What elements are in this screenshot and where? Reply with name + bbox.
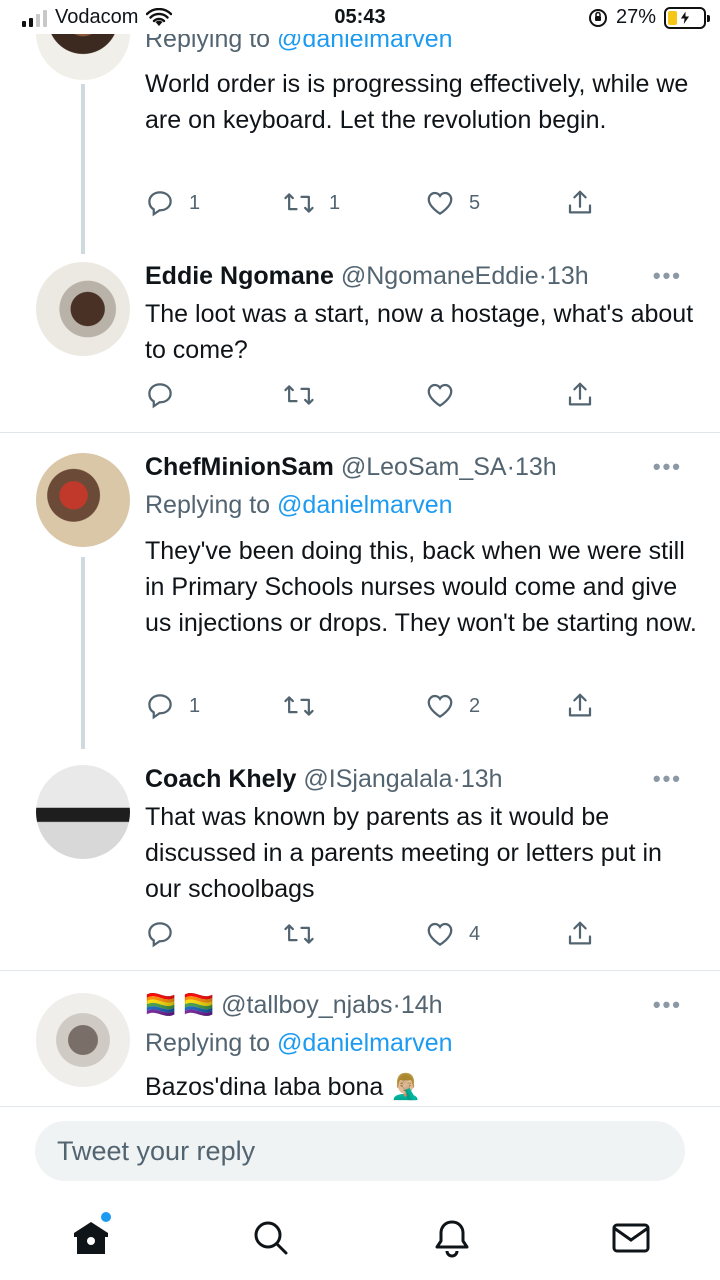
reply-count: 1: [189, 191, 201, 214]
share-button[interactable]: [565, 378, 595, 412]
share-icon: [568, 921, 592, 945]
like-button[interactable]: [425, 378, 469, 412]
reply-button[interactable]: 1: [145, 689, 200, 723]
avatar[interactable]: [36, 262, 130, 356]
reply-button[interactable]: [145, 917, 189, 951]
retweet-icon: [284, 385, 314, 405]
heart-icon: [427, 383, 453, 407]
retweet-button[interactable]: [283, 378, 329, 412]
tweet-header: 🏳️‍🌈 🏳️‍🌈 @tallboy_njabs·14h •••: [145, 989, 682, 1021]
notifications-tab[interactable]: [430, 1216, 474, 1260]
tweet[interactable]: Coach Khely @ISjangalala·13h ••• That wa…: [0, 749, 720, 970]
reply-icon: [148, 383, 172, 409]
status-bar: Vodacom 05:43 27%: [0, 0, 720, 34]
share-icon: [568, 382, 592, 406]
like-button[interactable]: 4: [425, 917, 480, 951]
reply-icon: [148, 922, 172, 948]
retweet-button[interactable]: 1: [283, 186, 340, 220]
replying-to: Replying to @danielmarven: [145, 1029, 453, 1057]
tweet-header: Coach Khely @ISjangalala·13h •••: [145, 763, 682, 795]
orientation-lock-icon: [588, 8, 607, 27]
more-options-button[interactable]: •••: [653, 260, 682, 292]
avatar[interactable]: [36, 765, 130, 859]
tweet[interactable]: 🏳️‍🌈 🏳️‍🌈 @tallboy_njabs·14h ••• Replyin…: [0, 971, 720, 1106]
reply-button[interactable]: [145, 378, 189, 412]
handle[interactable]: @NgomaneEddie: [341, 262, 539, 290]
tweet-text: World order is is progressing effectivel…: [145, 70, 689, 134]
display-name[interactable]: 🏳️‍🌈 🏳️‍🌈: [145, 991, 214, 1019]
avatar[interactable]: [36, 993, 130, 1087]
like-count: 5: [469, 191, 481, 214]
timestamp: 13h: [460, 765, 503, 793]
tweet-text: They've been doing this, back when we we…: [145, 537, 697, 637]
retweet-button[interactable]: [283, 689, 329, 723]
more-options-button[interactable]: •••: [653, 763, 682, 795]
more-options-button[interactable]: •••: [653, 989, 682, 1021]
replying-to: Replying to @danielmarven: [145, 491, 453, 519]
reply-composer: Tweet your reply: [0, 1106, 720, 1202]
share-icon: [568, 190, 592, 214]
battery-icon: [664, 6, 710, 29]
search-tab[interactable]: [249, 1216, 293, 1260]
share-button[interactable]: [565, 186, 595, 220]
retweet-button[interactable]: [283, 917, 329, 951]
retweet-icon: [284, 924, 314, 944]
display-name[interactable]: Eddie Ngomane: [145, 262, 334, 290]
tweet[interactable]: Replying to @danielmarven World order is…: [0, 0, 720, 256]
heart-icon: [427, 922, 453, 946]
retweet-icon: [284, 193, 314, 213]
home-icon: [74, 1222, 108, 1254]
avatar[interactable]: [36, 453, 130, 547]
handle[interactable]: @LeoSam_SA: [341, 453, 507, 481]
heart-icon: [427, 191, 453, 215]
battery-percent: 27%: [615, 6, 656, 28]
tweet[interactable]: ChefMinionSam @LeoSam_SA·13h ••• Replyin…: [0, 433, 720, 749]
bottom-nav: [0, 1202, 720, 1280]
thread-line: [81, 557, 85, 749]
tweet-text: Bazos'dina laba bona 🤦🏼‍♂️: [145, 1073, 422, 1101]
messages-icon: [612, 1223, 650, 1253]
reply-button[interactable]: 1: [145, 186, 200, 220]
share-icon: [568, 693, 592, 717]
heart-icon: [427, 694, 453, 718]
tweet-text: That was known by parents as it would be…: [145, 803, 662, 903]
retweet-icon: [284, 696, 314, 716]
tweet-header: ChefMinionSam @LeoSam_SA·13h •••: [145, 451, 682, 483]
like-button[interactable]: 2: [425, 689, 480, 723]
reply-icon: [148, 191, 172, 217]
reply-input[interactable]: Tweet your reply: [35, 1121, 685, 1181]
messages-tab[interactable]: [609, 1216, 653, 1260]
display-name[interactable]: Coach Khely: [145, 765, 296, 793]
like-count: 2: [469, 694, 481, 717]
timestamp: 13h: [546, 262, 589, 290]
timeline: Replying to @danielmarven World order is…: [0, 0, 720, 1106]
notification-dot: [101, 1212, 111, 1222]
notifications-icon: [435, 1220, 469, 1258]
more-options-button[interactable]: •••: [653, 451, 682, 483]
mention-link[interactable]: @danielmarven: [277, 1029, 452, 1057]
retweet-count: 1: [329, 191, 341, 214]
reply-count: 1: [189, 694, 201, 717]
share-button[interactable]: [565, 917, 595, 951]
tweet-header: Eddie Ngomane @NgomaneEddie·13h •••: [145, 260, 682, 292]
tweet[interactable]: Eddie Ngomane @NgomaneEddie·13h ••• The …: [0, 256, 720, 432]
mention-link[interactable]: @danielmarven: [277, 491, 452, 519]
like-button[interactable]: 5: [425, 186, 480, 220]
handle[interactable]: @ISjangalala: [303, 765, 452, 793]
tweet-text: The loot was a start, now a hostage, wha…: [145, 300, 694, 364]
share-button[interactable]: [565, 689, 595, 723]
thread-line: [81, 84, 85, 254]
handle[interactable]: @tallboy_njabs: [221, 991, 392, 1019]
timestamp: 14h: [400, 991, 443, 1019]
search-icon: [254, 1221, 288, 1255]
reply-icon: [148, 694, 172, 720]
timestamp: 13h: [514, 453, 557, 481]
like-count: 4: [469, 922, 481, 945]
display-name[interactable]: ChefMinionSam: [145, 453, 334, 481]
home-tab[interactable]: [69, 1212, 113, 1260]
